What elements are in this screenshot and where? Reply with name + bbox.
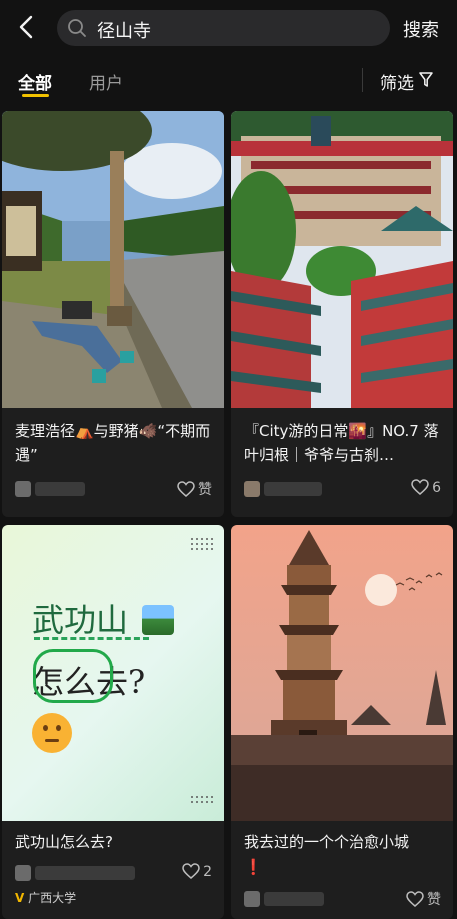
exclamation-icon: ❗ xyxy=(244,858,263,876)
search-bar[interactable]: 径山寺 xyxy=(57,10,390,46)
username-blurred xyxy=(264,892,324,906)
like-count: 赞 xyxy=(427,892,441,908)
top-bar: 径山寺 搜索 xyxy=(0,0,457,56)
post-title: 麦理浩径⛺与野猪🐗“不期而遇” xyxy=(15,422,211,464)
like-button[interactable]: 2 xyxy=(182,863,212,880)
avatar xyxy=(244,481,260,497)
image-text-line1: 武功山 xyxy=(32,595,175,641)
heart-icon xyxy=(411,479,429,495)
username-blurred xyxy=(35,866,135,880)
school-name: 广西大学 xyxy=(28,891,77,905)
like-count: 2 xyxy=(203,864,212,880)
filter-icon[interactable] xyxy=(419,72,433,88)
post-title: 武功山怎么去? xyxy=(15,833,113,851)
username-blurred xyxy=(264,482,322,496)
heart-icon xyxy=(182,863,200,879)
avatar xyxy=(244,891,260,907)
active-tab-indicator xyxy=(22,94,49,97)
thinking-emoji-icon xyxy=(32,713,72,753)
like-button[interactable]: 赞 xyxy=(177,479,212,499)
dot-grid-icon xyxy=(191,538,213,550)
image-circle xyxy=(33,649,113,703)
post-image xyxy=(231,525,453,821)
post-image xyxy=(231,111,453,408)
like-button[interactable]: 6 xyxy=(411,479,441,496)
like-count: 赞 xyxy=(198,482,212,498)
dot-grid-icon xyxy=(191,796,213,803)
filter-button[interactable]: 筛选 xyxy=(380,69,414,94)
post-card[interactable]: 『City游的日常🌇』NO.7 落叶归根｜爷爷与古刹… 6 xyxy=(231,111,453,517)
heart-icon xyxy=(406,891,424,907)
divider xyxy=(362,68,363,92)
like-count: 6 xyxy=(432,480,441,496)
tab-all[interactable]: 全部 xyxy=(18,69,52,94)
image-underline xyxy=(34,637,149,640)
post-title: 『City游的日常🌇』NO.7 落叶归根｜爷爷与古刹… xyxy=(244,422,439,464)
verified-icon: V xyxy=(15,891,25,905)
username-blurred xyxy=(35,482,85,496)
post-card[interactable]: 武功山 怎么去? 武功山怎么去? 2 V 广西大学 xyxy=(2,525,224,919)
heart-icon xyxy=(177,481,195,497)
avatar xyxy=(15,865,31,881)
tab-bar: 全部 用户 筛选 xyxy=(0,60,457,100)
like-button[interactable]: 赞 xyxy=(406,889,441,909)
post-image: 武功山 怎么去? xyxy=(2,525,224,821)
mountain-emoji-icon xyxy=(142,605,175,635)
search-input[interactable]: 径山寺 xyxy=(97,17,151,43)
search-icon xyxy=(68,19,86,37)
post-image xyxy=(2,111,224,408)
school-badge: V 广西大学 xyxy=(15,889,76,906)
post-card[interactable]: 麦理浩径⛺与野猪🐗“不期而遇” 赞 xyxy=(2,111,224,517)
avatar xyxy=(15,481,31,497)
back-icon[interactable] xyxy=(12,12,42,42)
post-title: 我去过的一个个治愈小城 xyxy=(244,833,410,851)
tab-users[interactable]: 用户 xyxy=(89,69,123,94)
post-card[interactable]: 我去过的一个个治愈小城 ❗ 赞 xyxy=(231,525,453,919)
search-button[interactable]: 搜索 xyxy=(403,16,439,42)
